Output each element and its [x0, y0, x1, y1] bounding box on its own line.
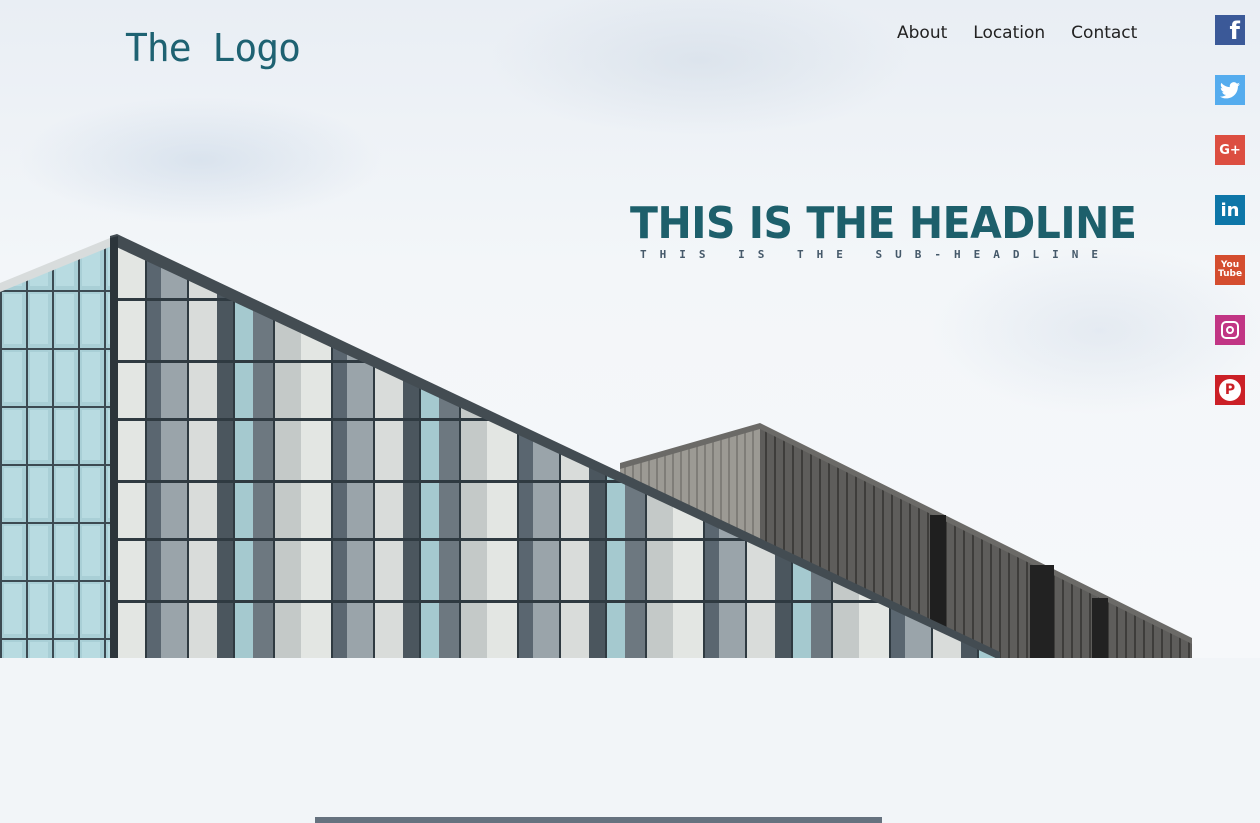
- hero-headline: THIS IS THE HEADLINE: [630, 198, 1137, 249]
- facebook-glyph: f: [1229, 17, 1240, 45]
- building-photo: [0, 234, 1192, 658]
- instagram-camera-glyph: [1221, 321, 1239, 339]
- logo[interactable]: The Logo: [125, 26, 301, 70]
- twitter-bird-glyph: [1220, 81, 1240, 98]
- instagram-icon[interactable]: [1215, 315, 1245, 345]
- google-plus-icon[interactable]: G+: [1215, 135, 1245, 165]
- youtube-glyph-bottom: Tube: [1217, 269, 1243, 279]
- content-divider: [315, 817, 882, 823]
- linkedin-glyph: in: [1220, 199, 1240, 221]
- hero-subheadline: THIS IS THE SUB-HEADLINE: [640, 248, 1111, 261]
- youtube-icon[interactable]: You Tube: [1215, 255, 1245, 285]
- nav-about[interactable]: About: [897, 22, 947, 44]
- linkedin-icon[interactable]: in: [1215, 195, 1245, 225]
- twitter-icon[interactable]: [1215, 75, 1245, 105]
- social-links: f G+ in You Tube P: [1215, 15, 1245, 405]
- pinterest-glyph: P: [1219, 379, 1241, 401]
- facebook-icon[interactable]: f: [1215, 15, 1245, 45]
- nav-contact[interactable]: Contact: [1071, 22, 1137, 44]
- main-nav: About Location Contact: [897, 22, 1137, 44]
- google-plus-glyph: G+: [1219, 142, 1241, 158]
- pinterest-icon[interactable]: P: [1215, 375, 1245, 405]
- nav-location[interactable]: Location: [973, 22, 1045, 44]
- hero-section: The Logo About Location Contact THIS IS …: [0, 0, 1260, 658]
